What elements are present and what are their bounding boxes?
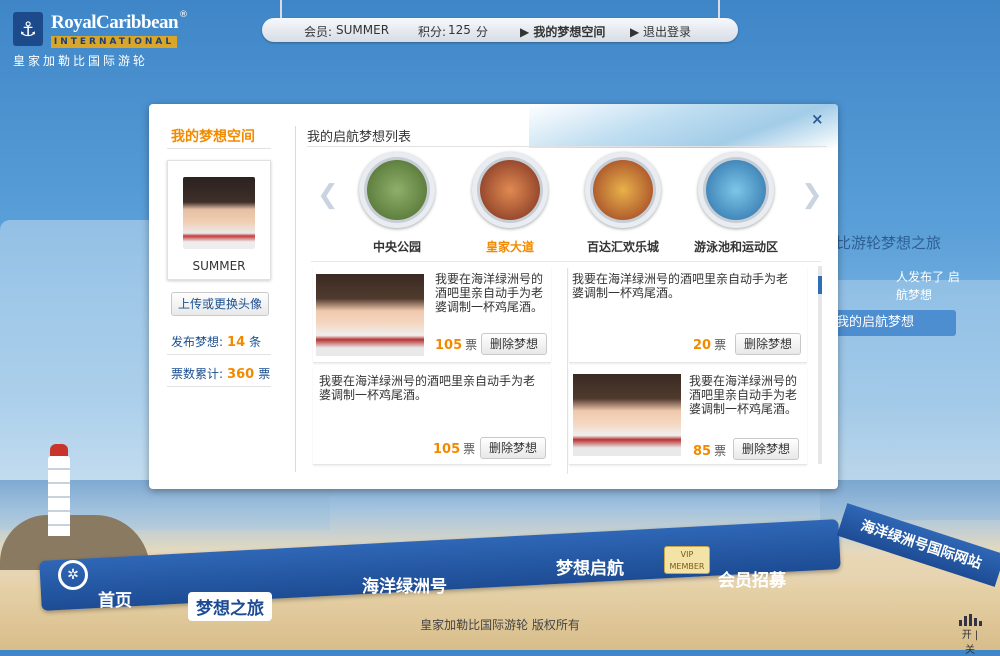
location-thumbnail	[480, 160, 540, 220]
divider	[311, 261, 821, 262]
background-headline: 比游轮梦想之旅	[836, 234, 942, 252]
profile-card: SUMMER	[167, 160, 271, 280]
nav-dream-sail[interactable]: 梦想启航	[556, 554, 624, 579]
brand-chinese-name: 皇家加勒比国际游轮	[13, 54, 149, 68]
location-thumbnail	[367, 160, 427, 220]
divider	[167, 386, 271, 387]
dream-card: 我要在海洋绿洲号的酒吧里亲自动手为老婆调制一杯鸡尾酒。 105 票 删除梦想	[313, 266, 551, 363]
vip-card-icon: VIP MEMBER	[664, 546, 710, 574]
dream-card: 我要在海洋绿洲号的酒吧里亲自动手为老婆调制一杯鸡尾酒。 105 票 删除梦想	[313, 368, 551, 465]
delete-dream-button[interactable]: 删除梦想	[735, 333, 801, 355]
topbar-rope-right	[718, 0, 720, 20]
dream-photo	[573, 374, 681, 456]
votes-value: 105	[433, 442, 461, 457]
votes-value: 85	[693, 444, 712, 459]
scrollbar-track[interactable]	[818, 266, 822, 464]
location-central-park[interactable]	[359, 152, 435, 228]
background-published-text: 人发布了 启航梦想	[896, 270, 960, 302]
member-topbar: 会员: SUMMER 积分: 125 分 ▶ 我的梦想空间 ▶ 退出登录	[262, 18, 738, 42]
next-arrow-icon[interactable]: ❯	[801, 180, 823, 210]
profile-username: SUMMER	[192, 259, 246, 273]
dream-votes: 105 票	[435, 336, 477, 353]
dream-photo	[316, 274, 424, 356]
location-royal-promenade[interactable]	[472, 152, 548, 228]
nav-home[interactable]: 首页	[98, 586, 132, 611]
divider	[167, 148, 271, 149]
sound-bars-icon	[956, 614, 984, 626]
member-name: SUMMER	[336, 23, 390, 37]
logout-link[interactable]: ▶ 退出登录	[630, 23, 691, 40]
brand-logo[interactable]: ⚓ RoyalCaribbean ® INTERNATIONAL 皇家加勒比国际…	[13, 10, 188, 68]
published-stat: 发布梦想: 14 条	[171, 333, 261, 350]
location-label[interactable]: 百达汇欢乐城	[568, 238, 678, 255]
votes-value: 105	[435, 338, 463, 353]
votes-stat: 票数累计: 360 票	[171, 365, 270, 382]
location-label[interactable]: 游泳池和运动区	[681, 238, 791, 255]
location-label-active[interactable]: 皇家大道	[455, 238, 565, 255]
dream-text: 我要在海洋绿洲号的酒吧里亲自动手为老婆调制一杯鸡尾酒。	[319, 374, 536, 402]
ship-wheel-icon: ✲	[58, 560, 88, 590]
location-label[interactable]: 中央公园	[342, 238, 452, 255]
registered-mark: ®	[179, 10, 188, 20]
location-thumbnail	[706, 160, 766, 220]
published-label: 发布梦想:	[171, 335, 224, 349]
votes-label: 票数累计:	[171, 367, 224, 381]
scrollbar-thumb[interactable]	[818, 276, 822, 294]
votes-total-value: 360	[227, 367, 255, 382]
dream-space-modal: × 我的梦想空间 SUMMER 上传或更换头像 发布梦想: 14 条 票数累计: 36…	[149, 104, 838, 489]
points-label: 积分:	[418, 25, 447, 39]
wave-decor	[529, 104, 838, 148]
dream-votes: 85 票	[693, 442, 726, 459]
porthole-icon	[359, 152, 435, 228]
divider	[307, 146, 827, 147]
published-value: 14	[227, 335, 246, 350]
delete-dream-button[interactable]: 删除梦想	[733, 438, 799, 460]
brand-subtitle: INTERNATIONAL	[51, 36, 177, 48]
votes-unit: 票	[258, 367, 271, 381]
dream-list-title: 我的启航梦想列表	[307, 130, 412, 145]
votes-unit: 票	[465, 338, 478, 352]
votes-unit: 票	[463, 442, 476, 456]
background-my-list-button[interactable]: 我的启航梦想	[830, 310, 956, 336]
nav-oasis[interactable]: 海洋绿洲号	[362, 572, 447, 597]
crown-anchor-icon: ⚓	[13, 12, 43, 46]
nav-member[interactable]: 会员招募	[718, 566, 786, 591]
dream-votes: 20 票	[693, 336, 726, 353]
cards-divider	[567, 268, 568, 474]
dream-card: 我要在海洋绿洲号的酒吧里亲自动手为老婆调制一杯鸡尾酒。 20 票 删除梦想	[569, 266, 807, 363]
dream-text: 我要在海洋绿洲号的酒吧里亲自动手为老婆调制一杯鸡尾酒。	[572, 272, 789, 300]
location-boardwalk[interactable]	[585, 152, 661, 228]
delete-dream-button[interactable]: 删除梦想	[480, 437, 546, 459]
points-value: 125	[448, 23, 471, 37]
copyright-text: 皇家加勒比国际游轮 版权所有	[420, 618, 580, 632]
prev-arrow-icon[interactable]: ❮	[317, 180, 339, 210]
sound-label[interactable]: 开 | 关	[956, 626, 984, 656]
upload-avatar-button[interactable]: 上传或更换头像	[171, 292, 269, 316]
location-thumbnail	[593, 160, 653, 220]
published-unit: 条	[249, 335, 262, 349]
votes-unit: 票	[714, 338, 727, 352]
dream-text: 我要在海洋绿洲号的酒吧里亲自动手为老婆调制一杯鸡尾酒。	[689, 374, 798, 416]
topbar-rope-left	[280, 0, 282, 20]
dream-text: 我要在海洋绿洲号的酒吧里亲自动手为老婆调制一杯鸡尾酒。	[435, 272, 544, 314]
porthole-icon	[585, 152, 661, 228]
porthole-icon	[472, 152, 548, 228]
brand-name: RoyalCaribbean	[51, 12, 179, 33]
close-icon[interactable]: ×	[811, 110, 824, 128]
member-label: 会员:	[304, 25, 333, 39]
left-panel-title: 我的梦想空间	[171, 129, 255, 145]
panel-divider	[295, 126, 296, 472]
porthole-icon	[698, 152, 774, 228]
dream-space-link[interactable]: ▶ 我的梦想空间	[520, 23, 605, 40]
votes-unit: 票	[714, 444, 727, 458]
lighthouse-icon	[48, 444, 70, 536]
delete-dream-button[interactable]: 删除梦想	[481, 333, 547, 355]
votes-value: 20	[693, 338, 712, 353]
points-unit: 分	[476, 25, 489, 39]
avatar	[183, 177, 255, 249]
location-pool-sports[interactable]	[698, 152, 774, 228]
divider	[167, 354, 271, 355]
dream-card: 我要在海洋绿洲号的酒吧里亲自动手为老婆调制一杯鸡尾酒。 85 票 删除梦想	[569, 368, 807, 465]
dream-votes: 105 票	[433, 440, 475, 457]
